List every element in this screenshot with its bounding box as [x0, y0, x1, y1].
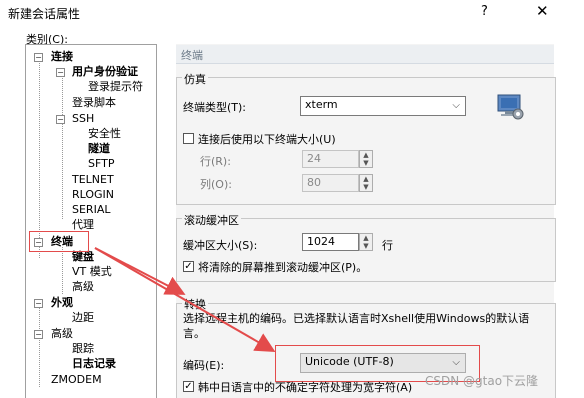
arrow-to-encoding [94, 247, 276, 352]
watermark: CSDN @gtao下云隆 [425, 374, 539, 388]
annotation-arrows [94, 247, 276, 352]
